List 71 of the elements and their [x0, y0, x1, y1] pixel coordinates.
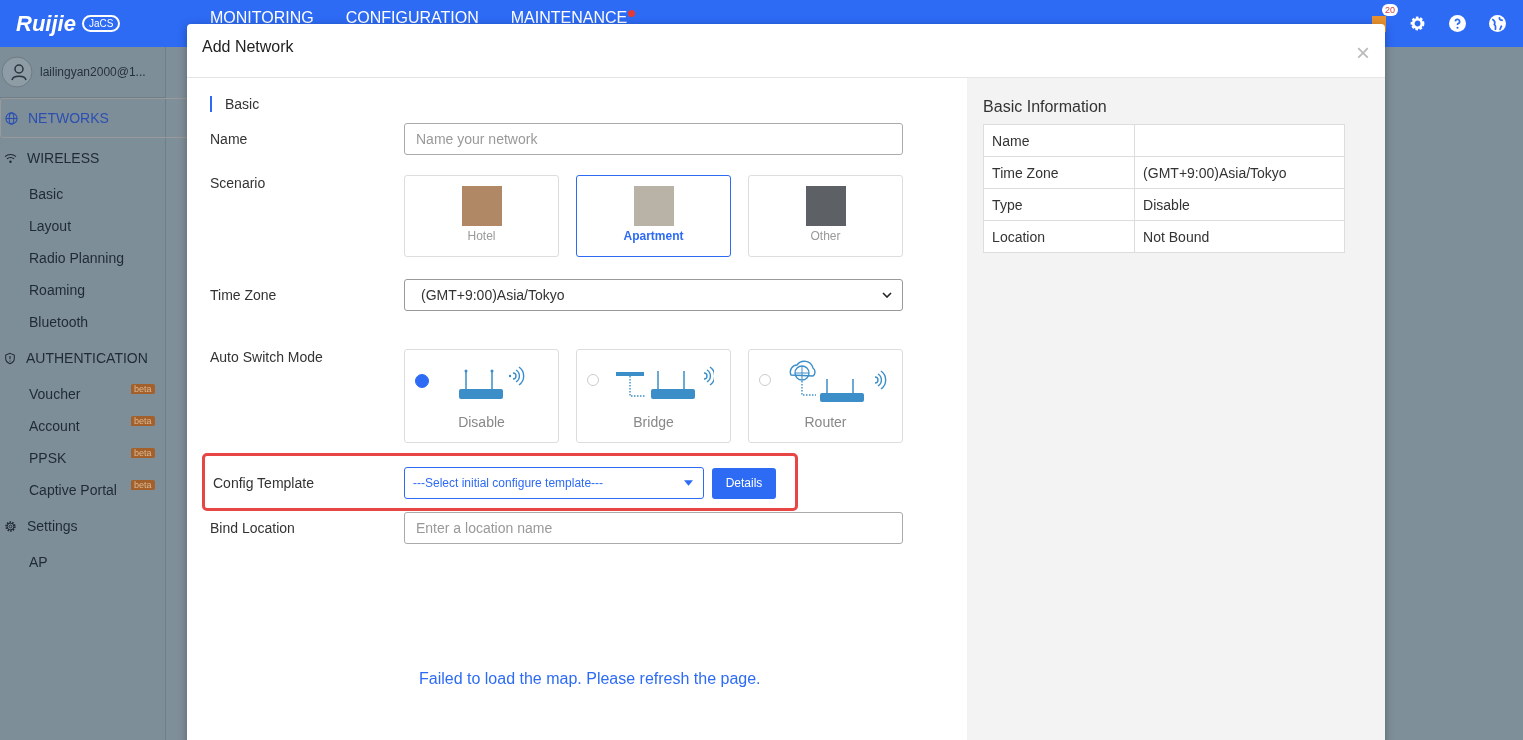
shield-icon — [4, 351, 16, 365]
sidebar-item[interactable]: WIRELESS — [0, 138, 165, 178]
field-label: Scenario — [210, 175, 267, 191]
table-cell: Name — [983, 124, 1135, 157]
sidebar-item[interactable]: Radio Planning — [0, 242, 165, 274]
field-label: Bind Location — [210, 520, 296, 536]
settings-icon[interactable] — [1409, 15, 1426, 32]
info-title: Basic Information — [983, 98, 1108, 116]
nav-link[interactable]: MAINTENANCE — [510, 9, 636, 27]
beta-badge: beta — [131, 416, 155, 426]
caret-icon — [684, 480, 693, 486]
table-cell: Type — [983, 188, 1135, 221]
time-zone-select[interactable]: (GMT+9:00)Asia/Tokyo — [404, 279, 903, 311]
beta-badge: beta — [131, 480, 155, 490]
dialog-title: Add Network — [202, 37, 294, 56]
chevron-icon — [882, 292, 892, 298]
globe-icon[interactable] — [1489, 15, 1506, 32]
mode-card[interactable]: Bridge — [576, 349, 731, 443]
field-label: Time Zone — [210, 287, 278, 303]
details-button[interactable]: Details — [712, 467, 776, 499]
template-select[interactable]: ---Select initial configure template--- — [404, 467, 704, 499]
table-cell: Disable — [1134, 188, 1345, 221]
user-email: lailingyan2000@1... — [40, 65, 146, 79]
sidebar-item[interactable]: AUTHENTICATION — [0, 338, 165, 378]
field-label: Config Template — [213, 475, 315, 491]
sidebar-item[interactable]: Basic — [0, 178, 165, 210]
sidebar-item[interactable]: PPSK beta — [0, 442, 165, 474]
notification-dot — [628, 10, 636, 17]
field-label: Name — [210, 131, 249, 147]
help-icon[interactable] — [1449, 15, 1466, 32]
table-cell: (GMT+9:00)Asia/Tokyo — [1134, 156, 1345, 189]
photo-placeholder — [633, 186, 674, 226]
alert-count: 20 — [1382, 3, 1398, 16]
mode-card[interactable]: Disable — [404, 349, 559, 443]
wifi-icon — [4, 152, 17, 164]
table-cell: Location — [983, 220, 1135, 253]
photo-placeholder — [461, 186, 502, 226]
sidebar-item[interactable]: Voucher beta — [0, 378, 165, 410]
sidebar-item[interactable]: AP — [0, 546, 165, 578]
gear-icon — [4, 519, 17, 533]
mode-label: Bridge — [633, 414, 674, 430]
table-cell: Not Bound — [1134, 220, 1345, 253]
scenario-label: Apartment — [623, 229, 684, 243]
field-label: Auto Switch Mode — [210, 349, 324, 365]
beta-badge: beta — [131, 384, 155, 394]
sidebar-item[interactable]: Layout — [0, 210, 165, 242]
nav-link[interactable]: MONITORING — [210, 9, 314, 27]
sidebar-item[interactable]: Captive Portal beta — [0, 474, 165, 506]
sidebar-item[interactable]: Settings — [0, 506, 165, 546]
scenario-label: Hotel — [467, 229, 496, 243]
sidebar-item[interactable]: Roaming — [0, 274, 165, 306]
beta-badge: beta — [131, 448, 155, 458]
scenario-card[interactable]: Apartment — [576, 175, 731, 257]
sidebar-item[interactable]: Account beta — [0, 410, 165, 442]
nav-link[interactable]: CONFIGURATION — [345, 9, 479, 27]
mode-card[interactable]: Router — [748, 349, 903, 443]
scenario-label: Other — [810, 229, 841, 243]
globe-icon — [5, 111, 18, 125]
name-field[interactable]: Name your network — [404, 123, 903, 155]
sidebar-item[interactable]: Bluetooth — [0, 306, 165, 338]
scenario-card[interactable]: Other — [748, 175, 903, 257]
location-field[interactable]: Enter a location name — [404, 512, 903, 544]
map-error-message: Failed to load the map. Please refresh the page. — [419, 670, 762, 688]
mode-label: Router — [804, 414, 847, 430]
photo-placeholder — [805, 186, 846, 226]
logo-badge: JaCS — [81, 15, 121, 32]
logo-text: Ruijie — [16, 10, 76, 37]
scenario-card[interactable]: Hotel — [404, 175, 559, 257]
table-cell: Time Zone — [983, 156, 1135, 189]
radio-button[interactable] — [415, 374, 429, 388]
mode-label: Disable — [458, 414, 505, 430]
